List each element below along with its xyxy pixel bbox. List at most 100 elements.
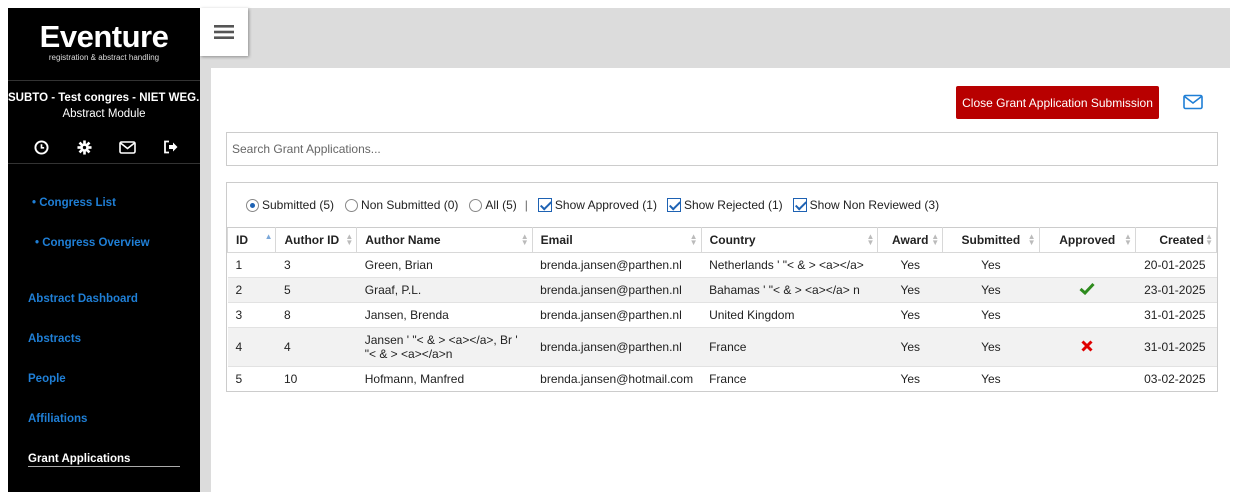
- cell-approved: [1039, 366, 1136, 392]
- column-header-author-id[interactable]: Author ID ▲ ▼: [275, 227, 358, 253]
- sidebar-item-affiliations[interactable]: Affiliations: [28, 413, 87, 425]
- envelope-icon[interactable]: [119, 138, 137, 156]
- table-row[interactable]: 3 8 Jansen, Brenda brenda.jansen@parthen…: [227, 302, 1217, 328]
- sidebar-item-abstract-dashboard[interactable]: Abstract Dashboard: [28, 293, 138, 305]
- cell-country: Bahamas ' "< & > <a></a> n: [701, 277, 878, 303]
- sort-icon: ▲ ▼: [1124, 232, 1132, 247]
- cell-country: France: [701, 366, 878, 392]
- cell-created: 20-01-2025: [1135, 252, 1217, 278]
- cell-author-name: Green, Brian: [356, 252, 533, 278]
- filter-non-submitted-label: Non Submitted (0): [361, 198, 459, 212]
- column-header-created[interactable]: Created ▲ ▼: [1134, 227, 1218, 253]
- radio-submitted[interactable]: [246, 198, 259, 212]
- filter-non-submitted[interactable]: Non Submitted (0): [345, 198, 458, 212]
- cell-award: Yes: [877, 366, 943, 392]
- cell-id: 1: [227, 252, 276, 278]
- cell-approved: [1039, 327, 1136, 367]
- column-header-label: Award: [892, 233, 929, 247]
- sort-icon: ▲ ▼: [866, 232, 875, 247]
- column-header-label: Submitted: [961, 233, 1021, 247]
- filter-show-rejected[interactable]: Show Rejected (1): [666, 198, 783, 212]
- cell-author-id: 10: [275, 366, 357, 392]
- radio-all[interactable]: [469, 198, 483, 212]
- filter-separator: |: [524, 198, 528, 212]
- sort-icon: ▲ ▼: [345, 232, 354, 247]
- column-header-label: Approved: [1059, 233, 1116, 247]
- rejected-cross-icon: [1081, 339, 1093, 352]
- column-header-id[interactable]: ID ▲: [226, 227, 277, 253]
- approved-check-icon: [1079, 282, 1095, 296]
- checkbox-show-non-reviewed[interactable]: [792, 198, 807, 212]
- cell-approved: [1039, 277, 1136, 303]
- cell-award: Yes: [877, 277, 943, 303]
- sort-icon: ▲ ▼: [1205, 232, 1213, 247]
- cell-email: brenda.jansen@parthen.nl: [532, 302, 702, 328]
- sidebar-item-congress-list[interactable]: • Congress List: [32, 197, 116, 209]
- column-header-author-name[interactable]: Author Name ▲ ▼: [356, 227, 533, 253]
- cell-id: 3: [227, 302, 276, 328]
- column-header-email[interactable]: Email ▲ ▼: [531, 227, 702, 253]
- filter-show-non-reviewed-label: Show Non Reviewed (3): [809, 198, 940, 212]
- column-header-submitted[interactable]: Submitted ▲ ▼: [942, 227, 1040, 253]
- cell-award: Yes: [877, 302, 943, 328]
- checkbox-show-approved[interactable]: [537, 198, 552, 212]
- logout-icon[interactable]: [162, 138, 180, 156]
- clock-icon[interactable]: [32, 138, 50, 156]
- cell-submitted: Yes: [942, 277, 1040, 303]
- column-header-approved[interactable]: Approved ▲ ▼: [1038, 227, 1136, 253]
- radio-non-submitted[interactable]: [345, 198, 359, 212]
- filter-bar: Submitted (5) Non Submitted (0) All (5) …: [246, 195, 939, 215]
- hamburger-icon: [214, 25, 234, 39]
- column-header-label: Email: [540, 233, 573, 247]
- cell-country: France: [701, 327, 878, 367]
- table-header-row: ID ▲ Author ID ▲ ▼ Author Name ▲ ▼ Email ▲ ▼ Co…: [226, 227, 1218, 253]
- filter-show-approved[interactable]: Show Approved (1): [537, 198, 657, 212]
- cell-created: 31-01-2025: [1135, 302, 1217, 328]
- envelope-icon[interactable]: [1183, 94, 1203, 110]
- cell-approved: [1039, 302, 1136, 328]
- sidebar-divider: [8, 80, 200, 81]
- cell-created: 23-01-2025: [1135, 277, 1217, 303]
- cell-author-id: 3: [275, 252, 357, 278]
- column-header-label: Created: [1159, 233, 1204, 247]
- column-header-label: Country: [709, 233, 756, 247]
- checkbox-show-rejected[interactable]: [666, 198, 681, 212]
- logo-tagline: registration & abstract handling: [48, 53, 160, 62]
- close-grant-submission-button[interactable]: Close Grant Application Submission: [956, 86, 1159, 119]
- cell-award: Yes: [877, 327, 943, 367]
- active-item-underline: [28, 466, 180, 467]
- cell-email: brenda.jansen@parthen.nl: [532, 327, 702, 367]
- cell-email: brenda.jansen@parthen.nl: [532, 252, 702, 278]
- menu-toggle-button[interactable]: [200, 8, 248, 56]
- sort-icon: ▲ ▼: [689, 232, 698, 247]
- gear-icon[interactable]: [75, 138, 93, 156]
- filter-show-approved-label: Show Approved (1): [554, 198, 657, 212]
- column-header-award[interactable]: Award ▲ ▼: [877, 227, 944, 253]
- search-input[interactable]: [226, 132, 1218, 166]
- filter-submitted[interactable]: Submitted (5): [246, 198, 334, 212]
- sort-asc-icon: ▲: [264, 232, 273, 241]
- cell-author-id: 5: [275, 277, 357, 303]
- cell-id: 4: [227, 327, 276, 367]
- sort-icon: ▲ ▼: [520, 232, 529, 247]
- filter-all[interactable]: All (5): [469, 198, 517, 212]
- column-header-country[interactable]: Country ▲ ▼: [700, 227, 879, 253]
- table-row[interactable]: 2 5 Graaf, P.L. brenda.jansen@parthen.nl…: [227, 277, 1217, 303]
- sidebar-divider: [8, 163, 200, 164]
- table-row[interactable]: 4 4 Jansen ' "< & > <a></a>, Br ' "< & >…: [227, 327, 1217, 367]
- cell-created: 31-01-2025: [1135, 327, 1217, 367]
- sidebar-item-abstracts[interactable]: Abstracts: [28, 333, 81, 345]
- table-row[interactable]: 1 3 Green, Brian brenda.jansen@parthen.n…: [227, 252, 1217, 278]
- cell-created: 03-02-2025: [1135, 366, 1217, 392]
- filter-all-label: All (5): [485, 198, 517, 212]
- sidebar-item-congress-overview[interactable]: • Congress Overview: [35, 237, 150, 249]
- cell-author-name: Hofmann, Manfred: [356, 366, 533, 392]
- cell-id: 2: [227, 277, 276, 303]
- sidebar: Eventure registration & abstract handlin…: [8, 8, 200, 492]
- sidebar-item-people[interactable]: People: [28, 373, 66, 385]
- column-header-label: Author Name: [365, 233, 441, 247]
- sidebar-item-grant-applications[interactable]: Grant Applications: [28, 453, 130, 465]
- filter-show-non-reviewed[interactable]: Show Non Reviewed (3): [792, 198, 940, 212]
- table-row[interactable]: 5 10 Hofmann, Manfred brenda.jansen@hotm…: [227, 366, 1217, 392]
- module-name: Abstract Module: [62, 108, 146, 120]
